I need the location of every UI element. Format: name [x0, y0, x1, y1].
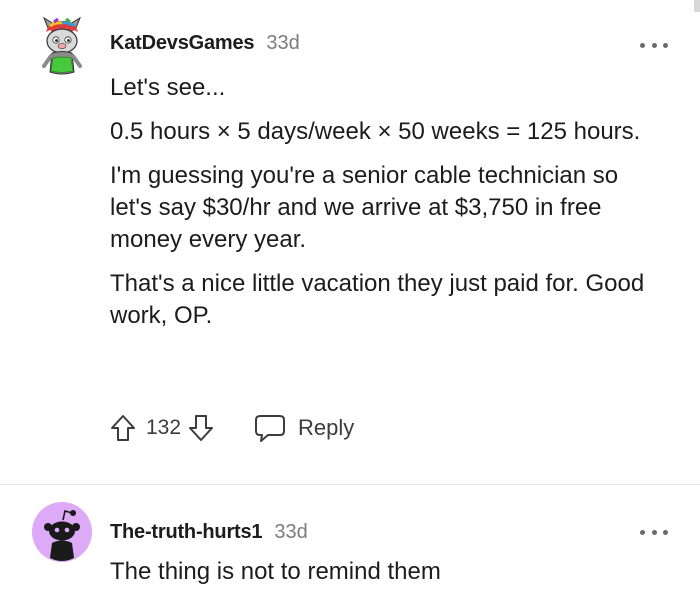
comment-the-truth-hurts1: The-truth-hurts1 33d The thing is not to… — [0, 485, 700, 608]
comment-paragraph: Let's see... — [110, 74, 226, 101]
comment-author[interactable]: KatDevsGames — [110, 32, 255, 55]
comment-meta: The-truth-hurts1 33d — [110, 521, 308, 544]
comment-meta: KatDevsGames 33d — [110, 32, 300, 55]
speech-bubble-icon — [255, 415, 286, 442]
more-options-icon[interactable] — [640, 522, 668, 542]
dot — [651, 529, 657, 535]
snoo-avatar-rainbow-hair-icon[interactable] — [32, 16, 92, 76]
comment-paragraph: The thing is not to remind them — [110, 558, 441, 585]
comment-age: 33d — [266, 32, 300, 54]
comment-author[interactable]: The-truth-hurts1 — [110, 521, 263, 544]
more-options-icon[interactable] — [640, 35, 668, 55]
comment-body: The thing is not to remind them — [110, 556, 665, 588]
reply-button[interactable]: Reply — [254, 413, 354, 443]
comment-paragraph: I'm guessing you're a senior cable techn… — [110, 162, 619, 253]
comment-paragraph: 0.5 hours × 5 days/week × 50 weeks = 125… — [110, 118, 641, 145]
dot — [663, 529, 668, 535]
comment-katdevsgames: KatDevsGames 33d Let's see... 0.5 hours … — [0, 0, 700, 484]
dot — [663, 42, 668, 48]
comment-body: Let's see... 0.5 hours × 5 days/week × 5… — [110, 72, 665, 332]
default-snoo-avatar-icon[interactable] — [32, 502, 92, 562]
dot — [640, 42, 645, 48]
dot — [651, 42, 657, 48]
comment-actions: 132 Reply — [108, 410, 354, 446]
reply-label: Reply — [298, 415, 355, 440]
downvote-arrow-icon[interactable] — [186, 413, 216, 443]
comment-age: 33d — [274, 521, 308, 543]
vote-score: 132 — [146, 416, 182, 439]
dot — [640, 529, 645, 535]
upvote-arrow-icon[interactable] — [108, 413, 138, 443]
comment-paragraph: That's a nice little vacation they just … — [110, 270, 645, 329]
